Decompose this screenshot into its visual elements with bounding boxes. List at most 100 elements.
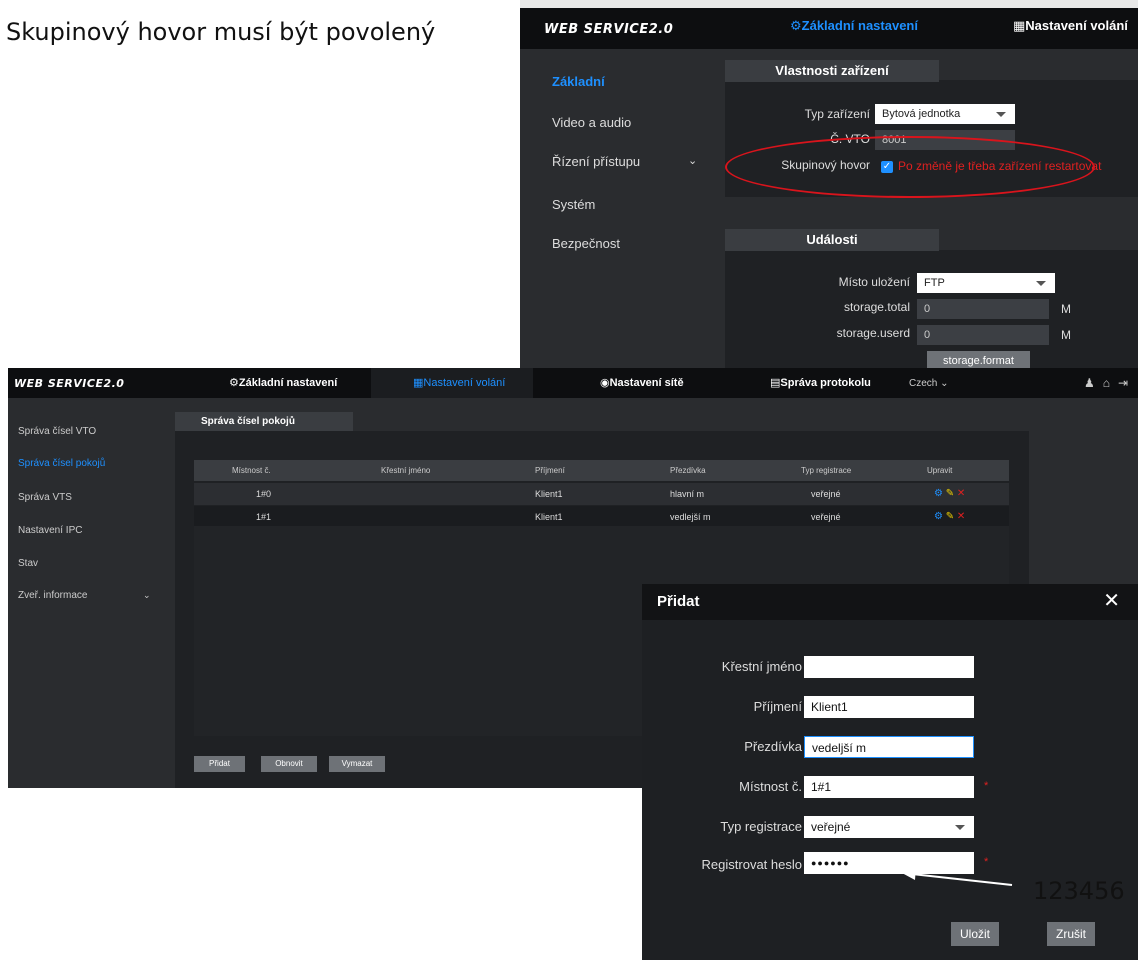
device-type-select[interactable]: Bytová jednotka: [875, 104, 1015, 124]
dropdown-arrow-icon: [955, 825, 965, 830]
cell-registration-type: veřejné: [811, 512, 841, 522]
browser-strip: [520, 0, 1138, 8]
nav-log-management[interactable]: ▤Správa protokolu: [770, 376, 871, 389]
first-name-label: Křestní jméno: [721, 659, 802, 674]
storage-location-label: Místo uložení: [838, 275, 910, 289]
brand-logo: WEB SERVICE2.0: [14, 377, 125, 390]
dialog-header: Přidat: [642, 584, 1138, 620]
home-icon[interactable]: ⌂: [1103, 376, 1118, 390]
storage-total-unit: M: [1061, 302, 1071, 316]
first-name-input[interactable]: [804, 656, 974, 678]
delete-icon[interactable]: ✕: [957, 511, 965, 522]
storage-location-value: FTP: [924, 277, 945, 289]
registration-type-select[interactable]: veřejné: [804, 816, 974, 838]
sidebar-item-ipc[interactable]: Nastavení IPC: [18, 525, 82, 536]
sidebar-item-security[interactable]: Bezpečnost: [552, 236, 620, 251]
nav-basic-settings[interactable]: ⚙Základní nastavení: [790, 18, 918, 34]
storage-total-label: storage.total: [843, 300, 910, 314]
cell-last-name: Klient1: [535, 512, 563, 522]
sidebar-item-public-info[interactable]: Zveř. informace: [18, 590, 87, 601]
table-row[interactable]: 1#1 Klient1 vedlejší m veřejné ⚙ ✎ ✕: [194, 506, 1009, 528]
storage-used-label: storage.userd: [836, 326, 910, 340]
header-icons: ♟⌂⇥: [1084, 376, 1136, 390]
nav-call-settings[interactable]: ▦Nastavení volání: [413, 376, 505, 389]
cancel-button[interactable]: Zrušit: [1047, 922, 1095, 946]
last-name-label: Příjmení: [753, 699, 802, 714]
chevron-down-icon[interactable]: ⌄: [143, 590, 151, 601]
user-icon[interactable]: ♟: [1084, 376, 1103, 390]
cell-room: 1#1: [256, 512, 272, 522]
instruction-caption: Skupinový hovor musí být povolený: [6, 18, 436, 46]
nav-basic-settings-label: Základní nastavení: [801, 18, 918, 33]
row-actions: ⚙ ✎ ✕: [934, 488, 965, 499]
table-header: Místnost č. Křestní jméno Příjmení Přezd…: [194, 460, 1009, 481]
nav-network-settings[interactable]: ◉Nastavení sítě: [600, 376, 684, 389]
sidebar-item-vts[interactable]: Správa VTS: [18, 492, 72, 503]
room-number-input[interactable]: 1#1: [804, 776, 974, 798]
room-number-label: Místnost č.: [739, 779, 802, 794]
device-type-value: Bytová jednotka: [882, 108, 961, 120]
cell-room: 1#0: [256, 489, 272, 499]
storage-total-field[interactable]: 0: [917, 299, 1049, 319]
save-button[interactable]: Uložit: [951, 922, 999, 946]
delete-icon[interactable]: ✕: [957, 488, 965, 499]
delete-button[interactable]: Vymazat: [329, 756, 385, 772]
brand-logo: WEB SERVICE2.0: [544, 22, 674, 37]
sidebar-item-video-audio[interactable]: Video a audio: [552, 115, 631, 130]
last-name-input[interactable]: Klient1: [804, 696, 974, 718]
required-marker: *: [984, 780, 989, 792]
tab-device-properties[interactable]: Vlastnosti zařízení: [725, 60, 939, 82]
sidebar-item-status[interactable]: Stav: [18, 558, 38, 569]
storage-used-unit: M: [1061, 328, 1071, 342]
logout-icon[interactable]: ⇥: [1118, 376, 1136, 390]
registration-type-value: veřejné: [811, 820, 851, 834]
sidebar-item-vto-numbers[interactable]: Správa čísel VTO: [18, 426, 96, 437]
nav-log-management-label: Správa protokolu: [780, 377, 871, 389]
dropdown-arrow-icon: [996, 112, 1006, 117]
sidebar-item-basic[interactable]: Základní: [552, 74, 605, 89]
required-marker: *: [984, 856, 989, 868]
top-header: [8, 368, 1138, 398]
column-first-name: Křestní jméno: [381, 466, 431, 475]
column-room: Místnost č.: [232, 466, 271, 475]
gear-icon[interactable]: ⚙: [934, 488, 943, 499]
cell-nickname: hlavní m: [670, 489, 705, 499]
cell-registration-type: veřejné: [811, 489, 841, 499]
storage-location-select[interactable]: FTP: [917, 273, 1055, 293]
chevron-down-icon[interactable]: ⌄: [688, 154, 697, 167]
refresh-button[interactable]: Obnovit: [261, 756, 317, 772]
gear-icon[interactable]: ⚙: [934, 511, 943, 522]
column-edit: Upravit: [927, 466, 953, 475]
sidebar: [520, 49, 705, 372]
nav-basic-settings-label: Základní nastavení: [238, 377, 338, 389]
column-nickname: Přezdívka: [670, 466, 706, 475]
device-type-label: Typ zařízení: [804, 107, 870, 121]
table-row[interactable]: 1#0 Klient1 hlavní m veřejné ⚙ ✎ ✕: [194, 483, 1009, 505]
close-icon[interactable]: ✕: [1103, 588, 1120, 613]
tab-events[interactable]: Události: [725, 229, 939, 251]
password-annotation: 123456: [1033, 877, 1125, 905]
highlight-ellipse: [725, 136, 1095, 198]
password-input[interactable]: ●●●●●●: [804, 852, 974, 874]
nickname-input[interactable]: vedeljší m: [804, 736, 974, 758]
registration-type-label: Typ registrace: [720, 819, 802, 834]
cell-nickname: vedlejší m: [670, 512, 711, 522]
sidebar-item-system[interactable]: Systém: [552, 197, 595, 212]
dropdown-arrow-icon: [1036, 281, 1046, 286]
nav-call-settings[interactable]: ▦Nastavení volání: [1013, 18, 1128, 34]
column-last-name: Příjmení: [535, 466, 565, 475]
language-select[interactable]: Czech ⌄: [909, 378, 949, 389]
edit-pencil-icon[interactable]: ✎: [946, 511, 954, 522]
edit-pencil-icon[interactable]: ✎: [946, 488, 954, 499]
nav-basic-settings[interactable]: ⚙Základní nastavení: [229, 376, 337, 389]
nickname-label: Přezdívka: [744, 739, 802, 754]
nav-network-settings-label: Nastavení sítě: [609, 377, 684, 389]
tab-room-numbers[interactable]: Správa čísel pokojů: [175, 412, 353, 431]
storage-used-field[interactable]: 0: [917, 325, 1049, 345]
row-actions: ⚙ ✎ ✕: [934, 511, 965, 522]
sidebar-item-room-numbers[interactable]: Správa čísel pokojů: [18, 458, 105, 469]
nav-call-settings-label: Nastavení volání: [1025, 18, 1128, 33]
add-button[interactable]: Přidat: [194, 756, 245, 772]
cell-last-name: Klient1: [535, 489, 563, 499]
sidebar-item-access-control[interactable]: Řízení přístupu: [552, 154, 640, 169]
